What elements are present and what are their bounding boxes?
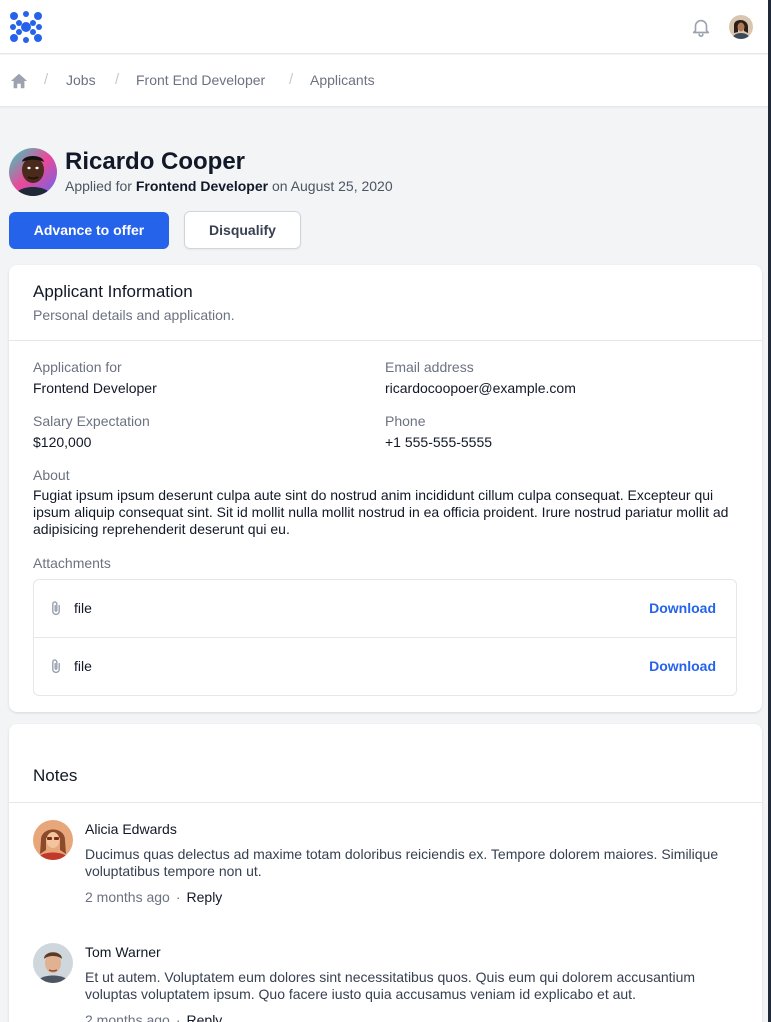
card-subtitle: Personal details and application. (33, 307, 235, 323)
home-icon[interactable] (10, 72, 28, 90)
notes-title: Notes (33, 766, 78, 785)
note-body: Et ut autem. Voluptatem eum dolores sint… (85, 969, 696, 1002)
breadcrumb-item-applicants[interactable]: Applicants (310, 72, 375, 88)
attachments-list: file Download file Download (33, 579, 737, 696)
attachment-row: file Download (34, 580, 736, 637)
reply-button[interactable]: Reply (187, 889, 223, 905)
separator: · (175, 1012, 181, 1022)
download-link[interactable]: Download (649, 600, 716, 616)
divider (9, 340, 762, 341)
download-link[interactable]: Download (649, 658, 716, 674)
salary-value: $120,000 (33, 434, 92, 450)
avatar (33, 943, 73, 983)
note-meta: 2 months ago · Reply (85, 1012, 222, 1022)
applicant-information-card: Applicant Information Personal details a… (9, 265, 762, 712)
attachment-name: file (74, 600, 92, 616)
disqualify-button[interactable]: Disqualify (184, 211, 301, 249)
email-value: ricardocoopoer@example.com (385, 380, 576, 396)
avatar (33, 820, 73, 860)
email-label: Email address (385, 359, 474, 375)
salary-label: Salary Expectation (33, 413, 150, 429)
breadcrumb-separator: / (44, 71, 49, 88)
about-text: Fugiat ipsum ipsum deserunt culpa aute s… (33, 487, 729, 537)
note-body: Ducimus quas delectus ad maxime totam do… (85, 846, 719, 879)
applicant-name: Ricardo Cooper (65, 148, 246, 175)
applicant-avatar (9, 148, 57, 196)
note-meta: 2 months ago · Reply (85, 889, 222, 905)
note-time: 2 months ago (85, 889, 170, 905)
applied-date: on August 25, 2020 (271, 178, 393, 194)
brand-dots-icon[interactable] (9, 11, 43, 43)
applied-role[interactable]: Frontend Developer (136, 178, 268, 194)
phone-label: Phone (385, 413, 426, 429)
separator: · (175, 889, 181, 905)
paperclip-icon (48, 600, 64, 616)
breadcrumb-item-job[interactable]: Front End Developer (136, 72, 265, 88)
attachment-name: file (74, 658, 92, 674)
note-time: 2 months ago (85, 1012, 170, 1022)
notes-card: Notes Alicia Edwards Ducimus quas delect… (9, 724, 762, 1022)
note-author: Tom Warner (85, 944, 161, 960)
breadcrumb-separator: / (115, 71, 120, 88)
divider (9, 802, 762, 803)
application-for-value: Frontend Developer (33, 380, 157, 396)
advance-to-offer-button[interactable]: Advance to offer (9, 212, 169, 249)
bell-icon[interactable] (690, 16, 712, 38)
applied-line: Applied for Frontend Developer on August… (65, 178, 393, 194)
applied-prefix: Applied for (65, 178, 132, 194)
phone-value: +1 555-555-5555 (385, 434, 493, 450)
about-label: About (33, 467, 70, 483)
reply-button[interactable]: Reply (187, 1012, 223, 1022)
user-avatar[interactable] (729, 15, 753, 39)
attachment-row: file Download (34, 637, 736, 694)
breadcrumb-separator: / (289, 71, 294, 88)
application-for-label: Application for (33, 359, 122, 375)
paperclip-icon (48, 658, 64, 674)
breadcrumb-item-jobs[interactable]: Jobs (66, 72, 96, 88)
top-navbar (0, 0, 771, 54)
card-title: Applicant Information (33, 282, 193, 301)
attachments-label: Attachments (33, 555, 111, 571)
note-author: Alicia Edwards (85, 821, 177, 837)
